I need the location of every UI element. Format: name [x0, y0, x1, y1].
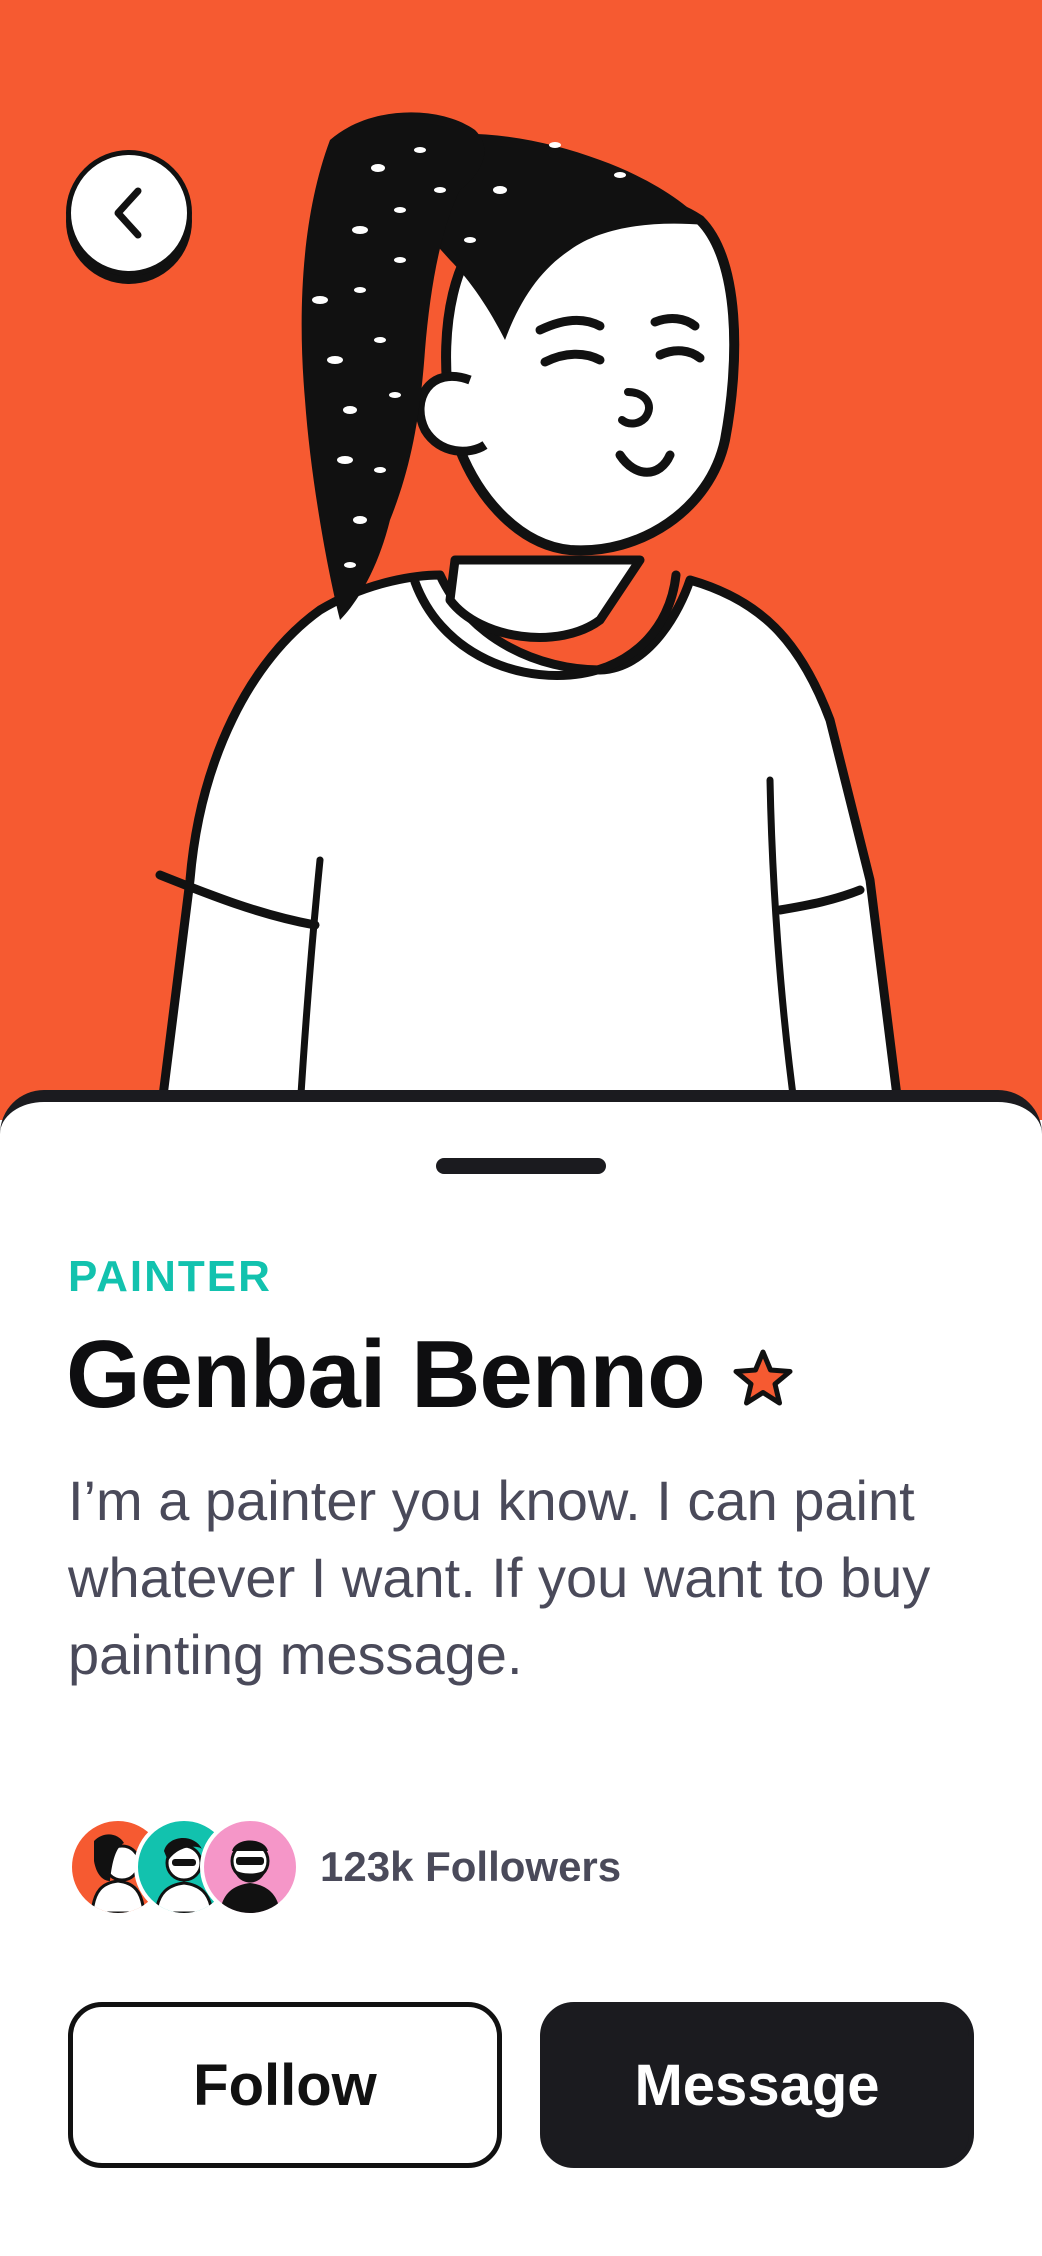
profile-role: PAINTER [68, 1252, 272, 1301]
avatar [200, 1817, 300, 1917]
back-button[interactable] [66, 150, 192, 276]
follow-button[interactable]: Follow [68, 2002, 502, 2168]
chevron-left-icon [114, 187, 142, 239]
name-row: Genbai Benno [66, 1322, 795, 1428]
drag-handle[interactable] [436, 1158, 606, 1174]
profile-screen: PAINTER Genbai Benno I’m a painter you k… [0, 0, 1042, 2256]
followers-row[interactable]: 123k Followers [68, 1817, 621, 1917]
follower-avatars [68, 1817, 300, 1917]
message-button[interactable]: Message [540, 2002, 974, 2168]
followers-count: 123k Followers [320, 1843, 622, 1890]
profile-name: Genbai Benno [66, 1321, 706, 1428]
profile-bio: I’m a painter you know. I can paint what… [68, 1469, 931, 1686]
hero-banner [0, 0, 1042, 1120]
profile-sheet: PAINTER Genbai Benno I’m a painter you k… [0, 1090, 1042, 2256]
star-icon[interactable] [731, 1347, 795, 1411]
